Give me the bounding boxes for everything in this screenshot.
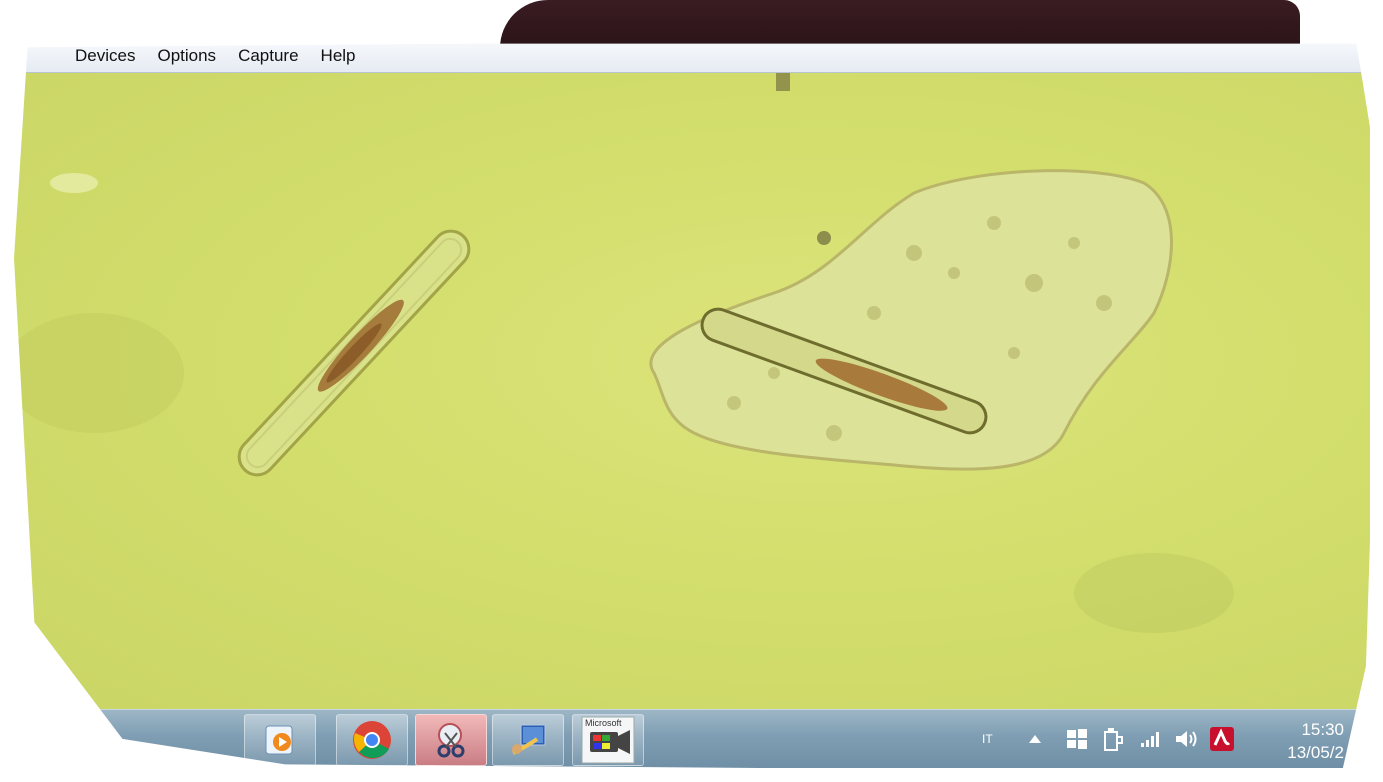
chevron-up-icon: [1029, 735, 1041, 743]
menu-options[interactable]: Options: [146, 44, 227, 72]
battery-plug-icon: [1104, 728, 1123, 751]
speaker-icon: [1176, 731, 1197, 747]
capture-window: Devices Options Capture Help Microsoft I…: [14, 43, 1370, 768]
taskbar-snipping-tool[interactable]: [415, 714, 487, 766]
signal-bars-icon: [1141, 732, 1159, 747]
windows-taskbar: Microsoft IT 15:30 13/05/2: [14, 709, 1370, 768]
show-hidden-icons[interactable]: [1028, 710, 1042, 768]
tray-antivirus[interactable]: [1210, 710, 1234, 768]
avira-antivirus-icon: [1210, 727, 1234, 751]
remote-desktop-icon: [512, 724, 546, 755]
tray-volume[interactable]: [1174, 710, 1200, 768]
clock-time: 15:30: [1301, 720, 1344, 739]
camera-icon-label: Microsoft: [585, 718, 622, 728]
chrome-icon: [353, 721, 391, 759]
snipping-tool-icon: [437, 723, 465, 758]
background-desk: [500, 0, 1300, 48]
tray-windows[interactable]: [1066, 710, 1088, 768]
diatom-cell: [237, 229, 471, 477]
microsoft-camera-icon: Microsoft: [581, 716, 635, 764]
system-clock[interactable]: 15:30 13/05/2: [1246, 718, 1344, 764]
tray-power[interactable]: [1102, 710, 1124, 768]
clock-date: 13/05/2: [1287, 743, 1344, 762]
language-indicator[interactable]: IT: [982, 710, 993, 768]
windows-flag-icon: [1067, 729, 1087, 749]
microscope-video-view: [14, 73, 1370, 710]
microscope-image: [14, 73, 1234, 633]
menu-help[interactable]: Help: [310, 44, 367, 72]
taskbar-chrome[interactable]: [336, 714, 408, 766]
menu-bar: Devices Options Capture Help: [14, 43, 1370, 73]
tray-network[interactable]: [1140, 710, 1162, 768]
taskbar-camera-app[interactable]: Microsoft: [572, 714, 644, 766]
taskbar-media-player[interactable]: [244, 714, 316, 766]
taskbar-remote-desktop[interactable]: [492, 714, 564, 766]
media-player-icon: [265, 725, 293, 755]
language-label: IT: [982, 732, 993, 746]
menu-devices[interactable]: Devices: [64, 44, 146, 72]
menu-capture[interactable]: Capture: [227, 44, 309, 72]
